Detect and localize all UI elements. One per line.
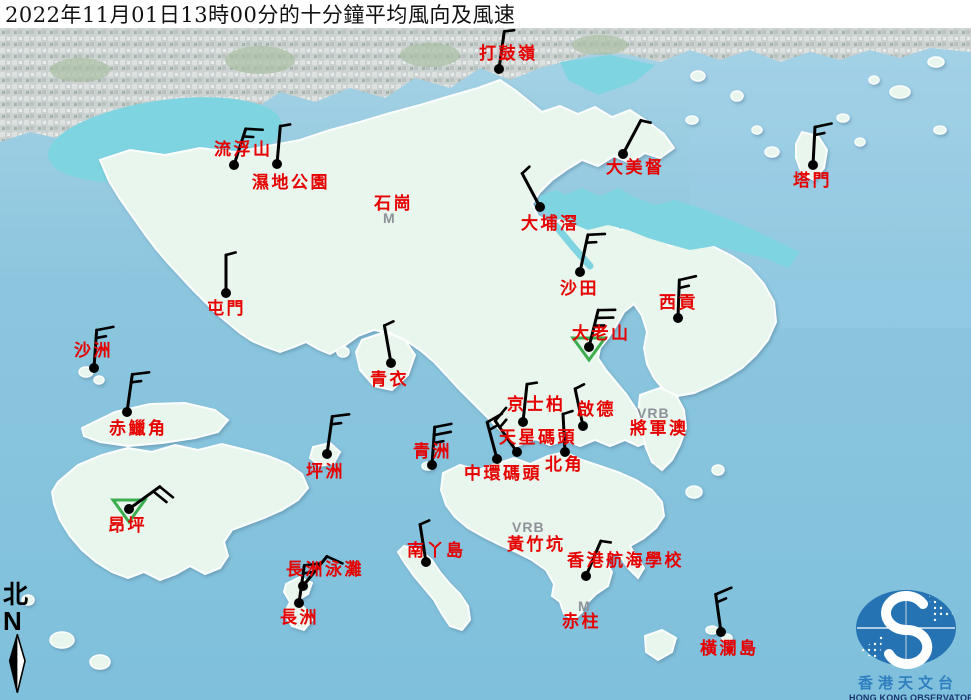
wind-barb	[122, 372, 149, 417]
station-dot	[581, 571, 591, 581]
wind-barb	[221, 252, 236, 298]
wind-barb-overlay	[0, 0, 971, 700]
compass-label-chinese: 北	[3, 582, 39, 608]
wind-barb	[229, 129, 263, 170]
wind-barb	[808, 124, 832, 170]
station-dot	[512, 447, 522, 457]
north-arrow-icon	[3, 634, 33, 694]
wind-barb	[618, 120, 651, 159]
station-dot	[272, 159, 282, 169]
wind-barb	[575, 384, 588, 431]
station-dot	[584, 342, 594, 352]
station-dot	[535, 202, 545, 212]
station-dot	[322, 449, 332, 459]
wind-barb	[560, 411, 573, 457]
station-dot	[716, 627, 726, 637]
wind-barb	[716, 588, 732, 637]
station-dot	[427, 460, 437, 470]
hko-logo-chinese: 香港天文台	[849, 674, 967, 693]
wind-barb	[384, 321, 396, 368]
wind-barb	[494, 30, 514, 74]
station-dot	[518, 417, 528, 427]
station-dot	[575, 267, 585, 277]
station-dot	[560, 447, 570, 457]
wind-barb	[322, 414, 349, 459]
station-dot	[673, 313, 683, 323]
station-dot	[124, 504, 134, 514]
station-dot	[229, 160, 239, 170]
wind-barb	[427, 424, 451, 470]
station-dot	[294, 598, 304, 608]
hko-logo-english: HONG KONG OBSERVATORY	[849, 693, 967, 700]
wind-barb	[272, 124, 290, 169]
compass-north-indicator: 北 N	[3, 582, 39, 698]
wind-barb	[420, 520, 431, 567]
station-dot	[492, 454, 502, 464]
station-dot	[122, 407, 132, 417]
station-dot	[221, 288, 231, 298]
station-dot	[578, 421, 588, 431]
wind-barb	[575, 234, 605, 277]
station-dot	[421, 557, 431, 567]
hko-logo-icon	[849, 588, 967, 670]
wind-barb	[581, 541, 611, 581]
title-bar: 2022年11月01日13時00分的十分鐘平均風向及風速	[0, 0, 971, 28]
station-dot	[89, 363, 99, 373]
wind-barb	[673, 276, 696, 323]
hko-logo: 香港天文台 HONG KONG OBSERVATORY	[849, 588, 967, 700]
station-dot	[618, 149, 628, 159]
station-dot	[494, 64, 504, 74]
station-dot	[808, 160, 818, 170]
station-dot	[386, 358, 396, 368]
wind-barb	[518, 383, 537, 427]
wind-barb	[522, 167, 545, 212]
map-title: 2022年11月01日13時00分的十分鐘平均風向及風速	[5, 0, 515, 29]
compass-label-english: N	[3, 608, 39, 634]
wind-barb	[89, 327, 113, 373]
wind-map-screen: 打鼓嶺流浮山濕地公園M石崗大美督塔門大埔滘沙田屯門西貢沙洲大老山青衣京士柏啟德V…	[0, 0, 971, 700]
